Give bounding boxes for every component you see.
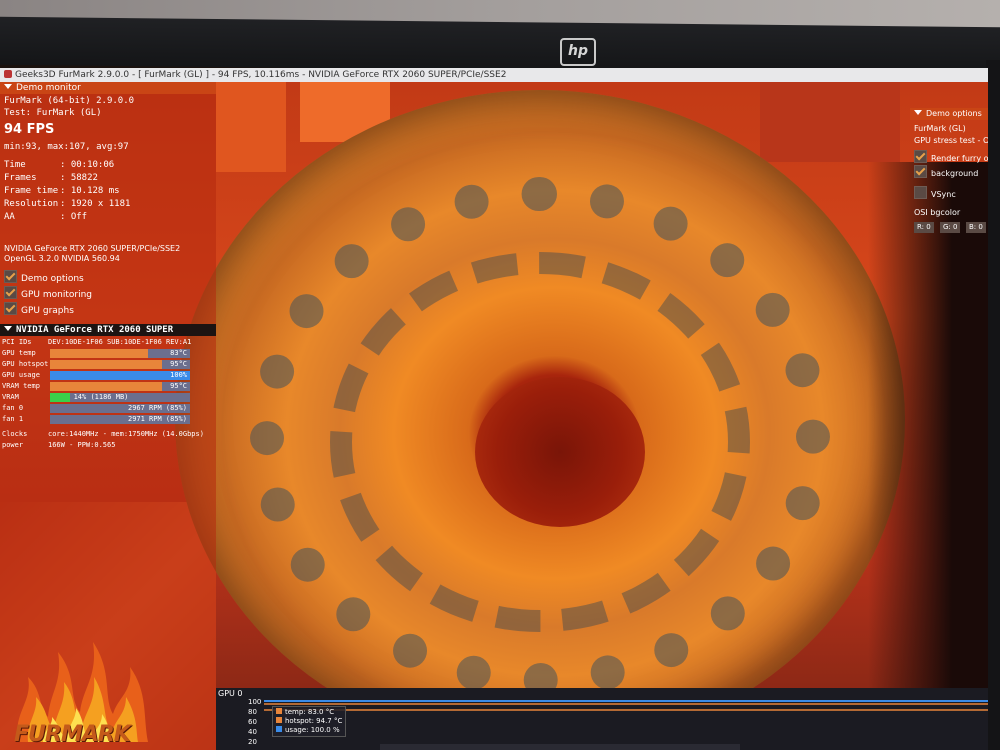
pci-ids-row: PCI IDs DEV:10DE-1F06 SUB:10DE-1F06 REV:A… [2,338,192,346]
gpu-stat-row: GPU hotspot 95°C [2,359,190,370]
bgcolor-g-input[interactable]: G: 0 [940,222,961,233]
gpu-stat-row: fan 0 2967 RPM (85%) [2,403,190,414]
checkbox-gpu-monitoring[interactable]: GPU monitoring [4,286,92,300]
gpu-stat-value: 83°C [170,349,187,357]
window-title: Geeks3D FurMark 2.9.0.0 - [ FurMark (GL)… [15,70,507,80]
gpu-stat-value: 95°C [170,382,187,390]
gpu-stat-bar: 95°C [50,360,190,369]
gpu-stat-fill [50,349,148,358]
gpu-stat-value: 2971 RPM (85%) [127,415,187,423]
checkbox-icon[interactable] [4,270,17,283]
gpu-stat-bar: 14% (1186 MB) [50,393,190,402]
gpu-stat-bar: 83°C [50,349,190,358]
checkbox-icon[interactable] [914,186,927,199]
power-row: power 166W - PPW:0.565 [2,441,116,449]
y-tick: 100 [248,698,262,706]
legend-hotspot: hotspot: 94.7 °C [276,717,342,726]
demo-monitor-panel: Demo monitor FurMark (64-bit) 2.9.0.0 Te… [0,82,216,750]
bgcolor-b-input[interactable]: B: 0 [966,222,986,233]
app-name: FurMark (64-bit) 2.9.0.0 [4,96,135,106]
checkbox-demo-options[interactable]: Demo options [4,270,84,284]
demo-monitor-header[interactable]: Demo monitor [0,82,216,94]
screen: Geeks3D FurMark 2.9.0.0 - [ FurMark (GL)… [0,68,988,750]
stat-time: Time: 00:10:06 [4,160,115,170]
collapse-triangle-icon [4,326,12,331]
gpu-stat-value: 100% [170,371,187,379]
fps-readout: 94 FPS [4,122,55,137]
gpu-stat-fill [50,360,162,369]
collapse-triangle-icon [4,84,12,89]
app-icon [4,70,12,78]
collapse-triangle-icon [914,110,922,115]
monitor-bezel [0,16,1000,76]
y-tick: 60 [248,718,257,726]
graph-plot [264,700,988,711]
bg-block [760,82,900,162]
demo-options-header[interactable]: Demo options [910,108,988,120]
stat-aa: AA: Off [4,212,88,222]
fps-stats: min:93, max:107, avg:97 [4,142,129,152]
fur-sphere-core [475,377,645,527]
gpu-stat-bar: 95°C [50,382,190,391]
renderer-name: FurMark (GL) [914,124,966,133]
gpu-stat-row: VRAM 14% (1186 MB) [2,392,190,403]
test-name: Test: FurMark (GL) [4,108,102,118]
gpu-stat-fill [50,371,190,380]
stat-resolution: Resolution: 1920 x 1181 [4,199,131,209]
demo-options-panel: Demo options FurMark (GL) GPU stress tes… [910,108,988,298]
gpu-monitor-section: NVIDIA GeForce RTX 2060 SUPER PCI IDs DEV… [0,324,216,449]
checkbox-icon[interactable] [4,302,17,315]
bg-block [216,82,286,172]
taskbar[interactable] [380,744,740,750]
gpu-stat-bar: 2971 RPM (85%) [50,415,190,424]
y-tick: 20 [248,738,257,746]
checkbox-render-furry-object[interactable]: Render furry object [914,150,988,163]
gpu-stat-bar: 100% [50,371,190,380]
checkbox-gpu-graphs[interactable]: GPU graphs [4,302,74,316]
stat-frames: Frames: 58822 [4,173,98,183]
gpu-stat-fill [50,382,162,391]
bgcolor-r-input[interactable]: R: 0 [914,222,934,233]
gpu-section-header[interactable]: NVIDIA GeForce RTX 2060 SUPER [0,324,216,336]
hp-logo: hp [560,38,596,66]
gpu-stat-value: 2967 RPM (85%) [127,404,187,412]
gpu-stat-bar: 2967 RPM (85%) [50,404,190,413]
checkbox-icon[interactable] [914,165,927,178]
gpu-stat-row: GPU usage 100% [2,370,190,381]
y-tick: 80 [248,708,257,716]
window-titlebar[interactable]: Geeks3D FurMark 2.9.0.0 - [ FurMark (GL)… [0,68,988,82]
gpu-stat-row: fan 1 2971 RPM (85%) [2,414,190,425]
gpu-info: NVIDIA GeForce RTX 2060 SUPER/PCIe/SSE2 O… [4,244,181,263]
legend-temp: temp: 83.0 °C [276,708,342,717]
gpu-stat-row: VRAM temp 95°C [2,381,190,392]
checkbox-background[interactable]: background [914,165,978,178]
graph-label: GPU 0 [218,689,243,698]
y-tick: 40 [248,728,257,736]
gpu-stat-value: 14% (1186 MB) [73,393,129,401]
checkbox-icon[interactable] [914,150,927,163]
osi-bgcolor-label: OSI bgcolor [914,208,961,217]
gpu-stat-fill [50,393,70,402]
gpu-stat-row: GPU temp 83°C [2,348,190,359]
clocks-row: Clocks core:1440MHz - mem:1750MHz (14.0Gb… [2,430,204,438]
graph-legend: temp: 83.0 °C hotspot: 94.7 °C usage: 10… [272,706,347,737]
checkbox-icon[interactable] [4,286,17,299]
furmark-logo-text: FURMARK [14,722,131,747]
monitor-bezel-right [986,60,1000,750]
stat-frame-time: Frame time: 10.128 ms [4,186,120,196]
gpu-graph: GPU 0 100 80 60 40 20 temp: 83.0 °C hots… [216,688,988,750]
checkbox-vsync[interactable]: VSync [914,186,956,199]
test-description: GPU stress test - OpenGl [914,136,988,145]
gpu-stat-value: 95°C [170,360,187,368]
legend-usage: usage: 100.0 % [276,726,342,735]
